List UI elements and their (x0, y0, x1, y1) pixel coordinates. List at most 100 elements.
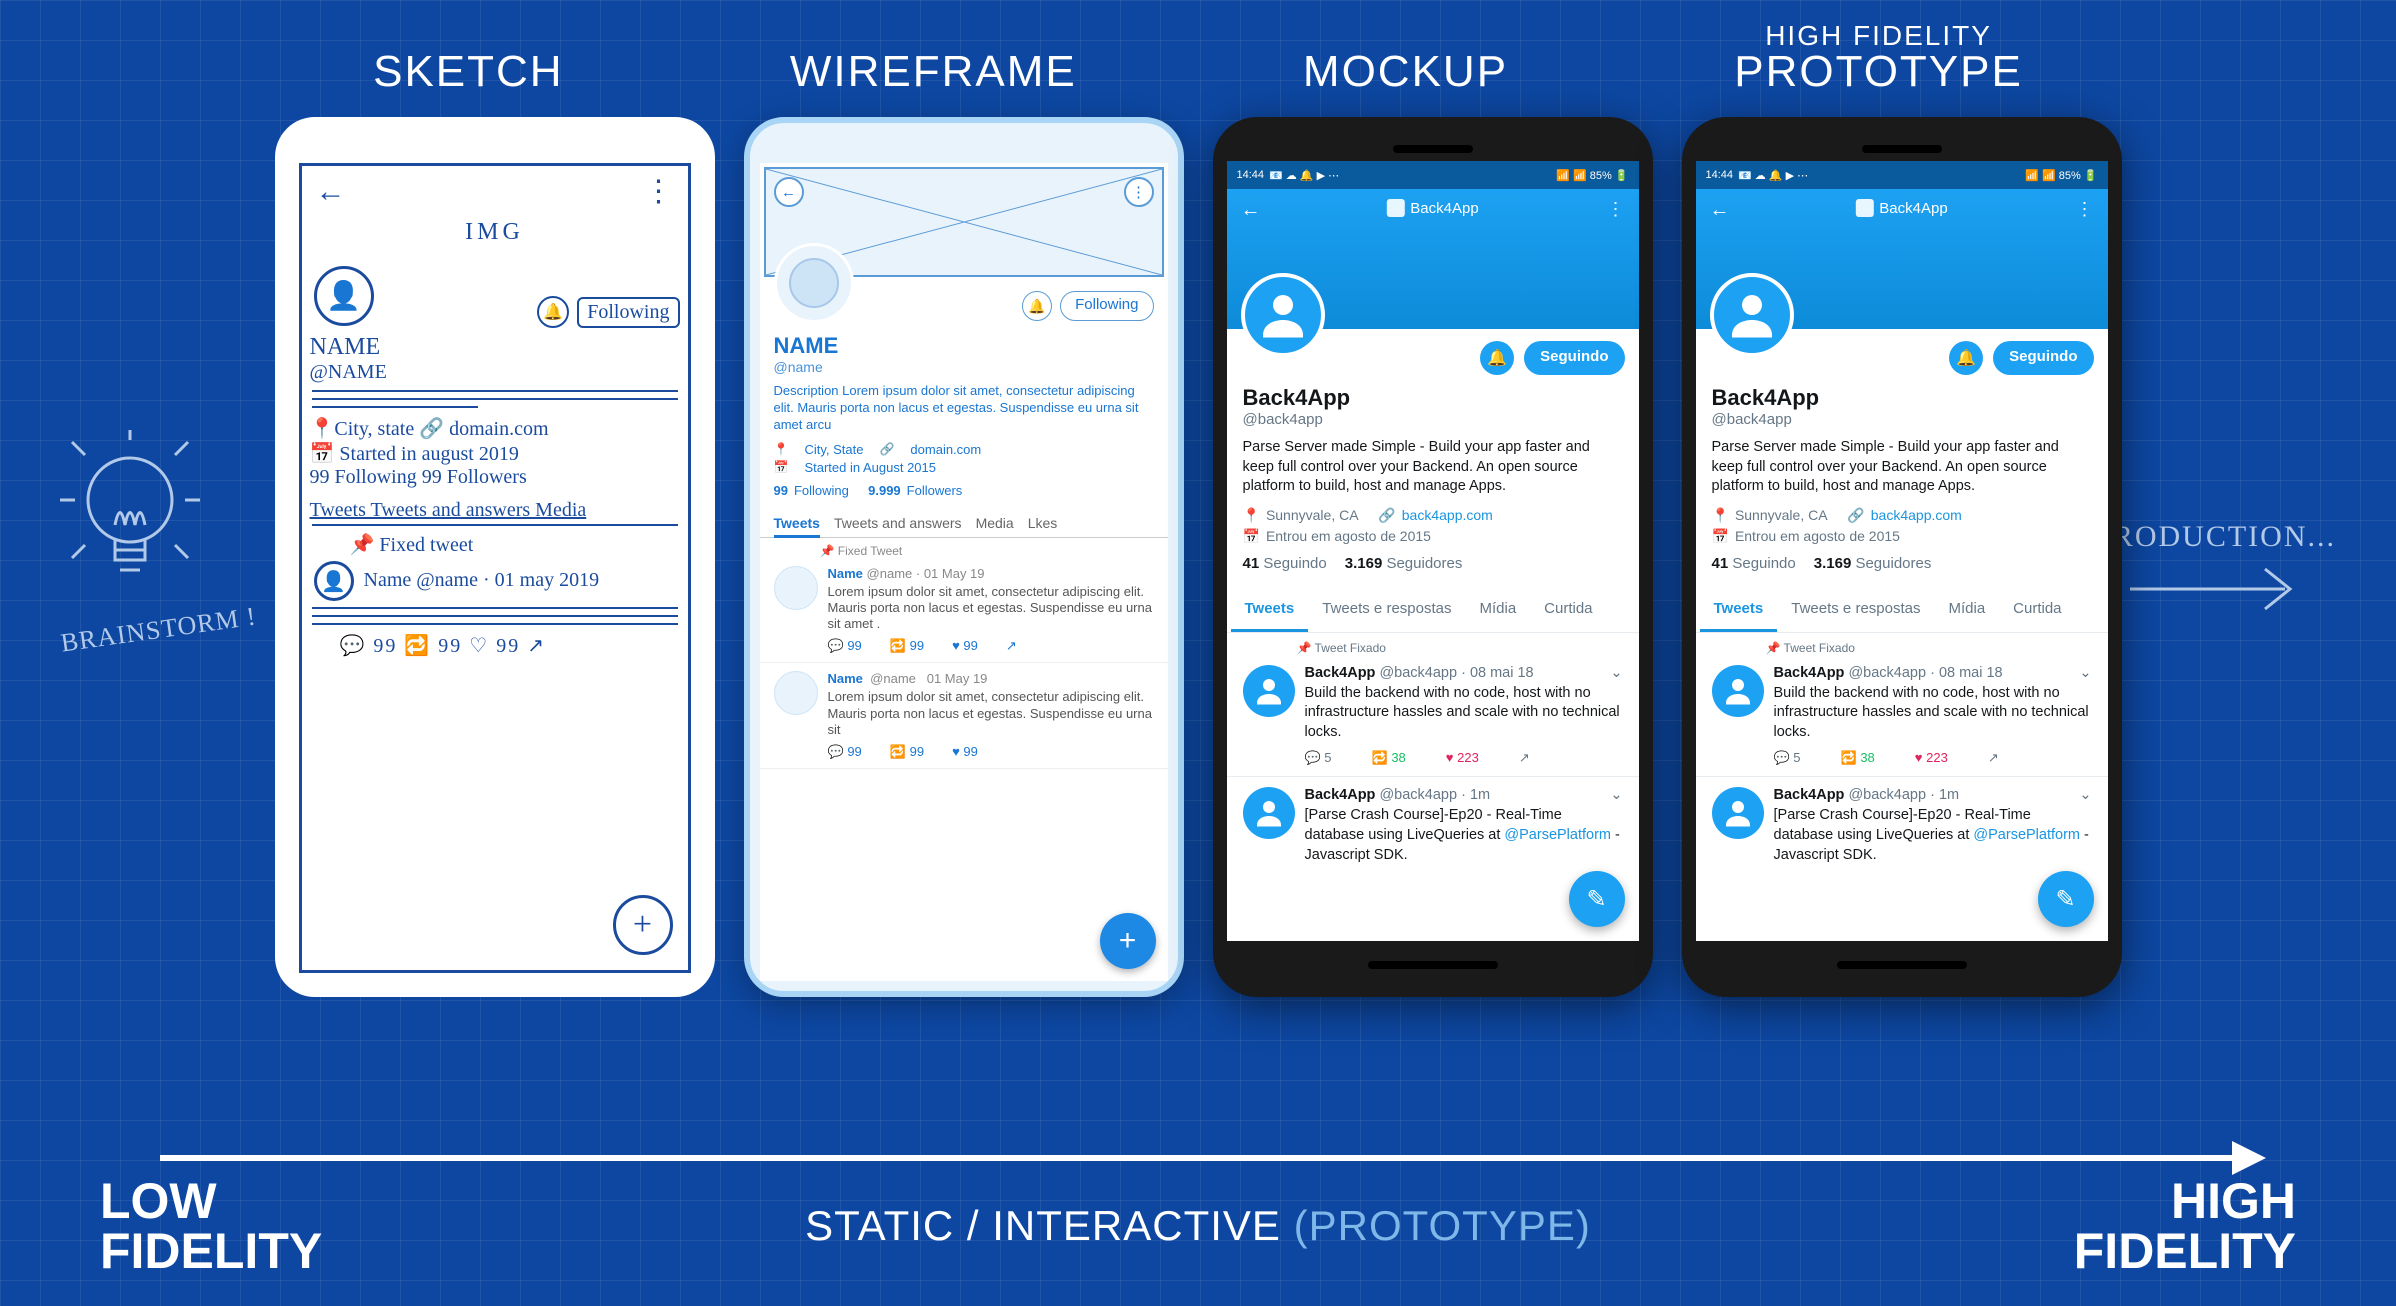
more-icon[interactable]: ⋮ (644, 174, 674, 209)
high-fidelity-label: HIGH FIDELITY (2074, 1176, 2296, 1276)
tweet-stats[interactable]: 💬 99 🔁 99 ♥ 99 ↗ (828, 638, 1154, 654)
tab-likes[interactable]: Curtida (1999, 588, 2075, 632)
status-time: 14:44 (1237, 169, 1265, 182)
tab-media[interactable]: Mídia (1465, 588, 1530, 632)
back-icon[interactable]: ← (774, 177, 804, 207)
wire-following-label: Following (794, 483, 849, 498)
more-icon[interactable]: ⋮ (1607, 199, 1625, 220)
tweet-avatar-icon[interactable] (1243, 665, 1295, 717)
avatar-icon[interactable] (774, 243, 854, 323)
back-icon[interactable]: ← (1241, 199, 1261, 222)
tab-replies[interactable]: Tweets e respostas (1777, 588, 1934, 632)
profile-location: Sunnyvale, CA (1266, 507, 1359, 523)
profile-link[interactable]: back4app.com (1871, 507, 1962, 523)
reply-icon[interactable]: 💬 5 (1305, 750, 1332, 766)
followers-stat[interactable]: 3.169 Seguidores (1345, 555, 1463, 572)
sketch-tabs[interactable]: Tweets Tweets and answers Media (310, 499, 680, 522)
tweet-1[interactable]: Back4App @back4app · 08 mai 18 ⌄ Build t… (1696, 655, 2108, 778)
tweet-1[interactable]: Back4App @back4app · 08 mai 18 ⌄ Build t… (1227, 655, 1639, 778)
bell-icon[interactable]: 🔔 (537, 296, 569, 328)
tab-media[interactable]: Mídia (1934, 588, 1999, 632)
like-icon[interactable]: ♥ 99 (952, 744, 978, 760)
tweet-avatar-icon[interactable] (1712, 665, 1764, 717)
compose-fab[interactable]: ✎ (1569, 871, 1625, 927)
compose-fab[interactable]: ✎ (2038, 871, 2094, 927)
wire-tweet-1[interactable]: Name @name · 01 May 19 Lorem ipsum dolor… (760, 558, 1168, 664)
tweet-handle: @back4app · 1m (1848, 787, 1959, 803)
tweet-2[interactable]: Back4App @back4app · 1m ⌄ [Parse Crash C… (1696, 777, 2108, 878)
pinned-label: 📌 Tweet Fixado (1227, 633, 1639, 655)
followers-stat[interactable]: 3.169 Seguidores (1814, 555, 1932, 572)
sketch-img-placeholder: IMG (310, 219, 680, 246)
like-icon[interactable]: ♥ 223 (1446, 750, 1479, 766)
mention-link[interactable]: @ParsePlatform (1973, 827, 2080, 843)
more-icon[interactable]: ⋮ (1124, 177, 1154, 207)
tweet-2[interactable]: Back4App @back4app · 1m ⌄ [Parse Crash C… (1227, 777, 1639, 878)
tweet-stats[interactable]: 💬 5 🔁 38 ♥ 223 ↗ (1305, 750, 1623, 766)
follow-button[interactable]: Following (1060, 291, 1153, 321)
tweet-stats[interactable]: 💬 5 🔁 38 ♥ 223 ↗ (1774, 750, 2092, 766)
tweet-avatar-icon[interactable] (1243, 787, 1295, 839)
tab-media[interactable]: Media (976, 515, 1014, 531)
wire-tweet-2[interactable]: Name @name 01 May 19 Lorem ipsum dolor s… (760, 663, 1168, 769)
tweet-avatar-icon[interactable] (1712, 787, 1764, 839)
wire-following-count[interactable]: 99 (774, 483, 788, 498)
like-icon[interactable]: ♥ 99 (952, 638, 978, 654)
tab-likes[interactable]: Lkes (1028, 515, 1058, 531)
wire-followers-count[interactable]: 9.999 (868, 483, 901, 498)
tweet-body: Lorem ipsum dolor sit amet, consectetur … (828, 584, 1154, 633)
retweet-icon[interactable]: 🔁 38 (1841, 750, 1875, 766)
back-icon[interactable]: ← (316, 175, 346, 209)
tab-tweets[interactable]: Tweets (1700, 588, 1778, 632)
link-icon: 🔗 (879, 442, 894, 456)
calendar-icon: 📅 (1712, 528, 1729, 545)
reply-icon[interactable]: 💬 99 (828, 638, 862, 654)
tab-tweets[interactable]: Tweets (1231, 588, 1309, 632)
tab-likes[interactable]: Curtida (1530, 588, 1606, 632)
retweet-icon[interactable]: 🔁 99 (890, 744, 924, 760)
following-stat[interactable]: 41 Seguindo (1712, 555, 1796, 572)
bell-icon[interactable]: 🔔 (1480, 341, 1514, 375)
follow-button[interactable]: Following (577, 297, 679, 328)
tweet-stats[interactable]: 💬 99 🔁 99 ♥ 99 (828, 744, 1154, 760)
mention-link[interactable]: @ParsePlatform (1504, 827, 1611, 843)
sketch-tweet-stats[interactable]: 💬 99 🔁 99 ♡ 99 ↗ (310, 633, 680, 658)
tweet-caret-icon[interactable]: ⌄ (2079, 787, 2091, 803)
tab-tweets[interactable]: Tweets (774, 515, 820, 538)
avatar-icon[interactable]: 👤 (314, 266, 374, 326)
bell-icon[interactable]: 🔔 (1949, 341, 1983, 375)
compose-fab[interactable]: + (613, 895, 673, 955)
tab-replies[interactable]: Tweets e respostas (1308, 588, 1465, 632)
retweet-icon[interactable]: 🔁 38 (1372, 750, 1406, 766)
profile-link[interactable]: back4app.com (1402, 507, 1493, 523)
wire-domain[interactable]: domain.com (910, 442, 981, 457)
tweet-caret-icon[interactable]: ⌄ (1610, 665, 1622, 681)
share-icon[interactable]: ↗ (1988, 750, 1999, 766)
share-icon[interactable]: ↗ (1006, 638, 1017, 654)
tweet-caret-icon[interactable]: ⌄ (2079, 665, 2091, 681)
tab-answers[interactable]: Tweets and answers (834, 515, 962, 531)
share-icon[interactable]: ↗ (1519, 750, 1530, 766)
back-icon[interactable]: ← (1710, 199, 1730, 222)
follow-button[interactable]: Seguindo (1524, 341, 1624, 375)
following-stat[interactable]: 41 Seguindo (1243, 555, 1327, 572)
tweet-avatar-icon[interactable] (774, 671, 818, 715)
retweet-icon[interactable]: 🔁 99 (890, 638, 924, 654)
avatar-icon[interactable] (1241, 273, 1325, 357)
production-label: PRODUCTION... (2094, 520, 2336, 554)
more-icon[interactable]: ⋮ (2076, 199, 2094, 220)
profile-tabs[interactable]: Tweets Tweets e respostas Mídia Curtida (1696, 588, 2108, 633)
reply-icon[interactable]: 💬 5 (1774, 750, 1801, 766)
avatar-icon[interactable] (1710, 273, 1794, 357)
bell-icon[interactable]: 🔔 (1022, 291, 1052, 321)
profile-tabs[interactable]: Tweets Tweets e respostas Mídia Curtida (1227, 588, 1639, 633)
profile-handle: @back4app (1243, 411, 1623, 428)
compose-fab[interactable]: + (1100, 913, 1156, 969)
follow-button[interactable]: Seguindo (1993, 341, 2093, 375)
tweet-avatar-icon[interactable] (774, 566, 818, 610)
wire-tabs[interactable]: Tweets Tweets and answers Media Lkes (760, 507, 1168, 538)
like-icon[interactable]: ♥ 223 (1915, 750, 1948, 766)
reply-icon[interactable]: 💬 99 (828, 744, 862, 760)
tweet-avatar-icon[interactable]: 👤 (314, 561, 354, 601)
tweet-caret-icon[interactable]: ⌄ (1610, 787, 1622, 803)
